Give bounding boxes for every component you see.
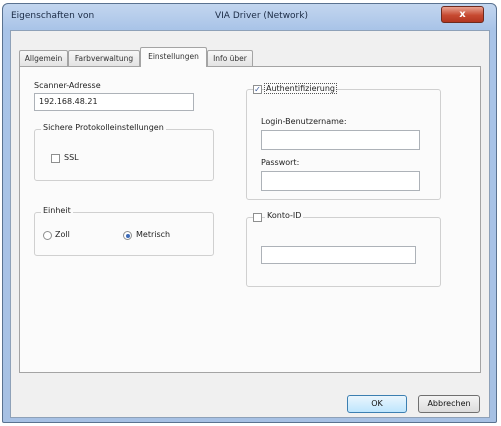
- password-label: Passwort:: [261, 158, 300, 167]
- authentication-label: Authentifizierung: [264, 83, 337, 94]
- unit-radio-metrisch[interactable]: [123, 231, 132, 240]
- tab-info[interactable]: Info über: [207, 50, 253, 66]
- tab-allgemein[interactable]: Allgemein: [19, 50, 68, 66]
- password-input[interactable]: [261, 171, 420, 191]
- window-title: Eigenschaften von: [11, 11, 95, 21]
- unit-radio-zoll[interactable]: [43, 231, 52, 240]
- login-username-input[interactable]: [261, 130, 420, 150]
- authentication-checkbox[interactable]: ✓: [253, 85, 262, 94]
- ssl-checkbox[interactable]: [51, 154, 60, 163]
- window-title-device: VIA Driver (Network): [215, 11, 308, 21]
- scanner-address-label: Scanner-Adresse: [34, 81, 101, 90]
- title-bar[interactable]: Eigenschaften von VIA Driver (Network) x: [3, 4, 496, 30]
- account-id-group: Konto-ID: [246, 211, 441, 287]
- radio-selected-dot: [125, 233, 130, 238]
- tab-label: Einstellungen: [148, 52, 199, 61]
- close-button[interactable]: x: [441, 6, 484, 23]
- tab-label: Allgemein: [24, 54, 63, 63]
- unit-label-metrisch: Metrisch: [136, 230, 171, 239]
- tab-label: Info über: [213, 54, 247, 63]
- checkmark-icon: ✓: [254, 85, 261, 94]
- account-id-input[interactable]: [261, 246, 416, 264]
- tab-farbverwaltung[interactable]: Farbverwaltung: [68, 50, 140, 66]
- account-id-label: Konto-ID: [265, 211, 304, 220]
- properties-dialog: Eigenschaften von VIA Driver (Network) x…: [2, 3, 497, 423]
- ssl-label: SSL: [64, 153, 79, 162]
- cancel-button[interactable]: Abbrechen: [418, 395, 480, 413]
- close-icon: x: [459, 9, 466, 20]
- settings-tab-panel: Scanner-Adresse 192.168.48.21 Sichere Pr…: [19, 66, 481, 373]
- unit-group: Einheit Zoll Metrisch: [34, 206, 214, 256]
- tab-einstellungen[interactable]: Einstellungen: [140, 47, 207, 67]
- unit-label-zoll: Zoll: [55, 230, 70, 239]
- ok-button[interactable]: OK: [347, 395, 407, 413]
- account-id-checkbox[interactable]: [253, 213, 262, 222]
- tab-label: Farbverwaltung: [74, 54, 134, 63]
- dialog-client-area: Allgemein Farbverwaltung Einstellungen I…: [10, 30, 490, 418]
- login-username-label: Login-Benutzername:: [261, 117, 347, 126]
- secure-protocol-group: Sichere Protokolleinstellungen SSL: [34, 123, 214, 181]
- unit-group-title: Einheit: [41, 206, 73, 215]
- authentication-group: ✓ Authentifizierung Login-Benutzername: …: [246, 83, 441, 200]
- scanner-address-input[interactable]: 192.168.48.21: [34, 93, 194, 111]
- secure-protocol-group-title: Sichere Protokolleinstellungen: [41, 123, 166, 132]
- tab-strip: Allgemein Farbverwaltung Einstellungen I…: [19, 47, 319, 67]
